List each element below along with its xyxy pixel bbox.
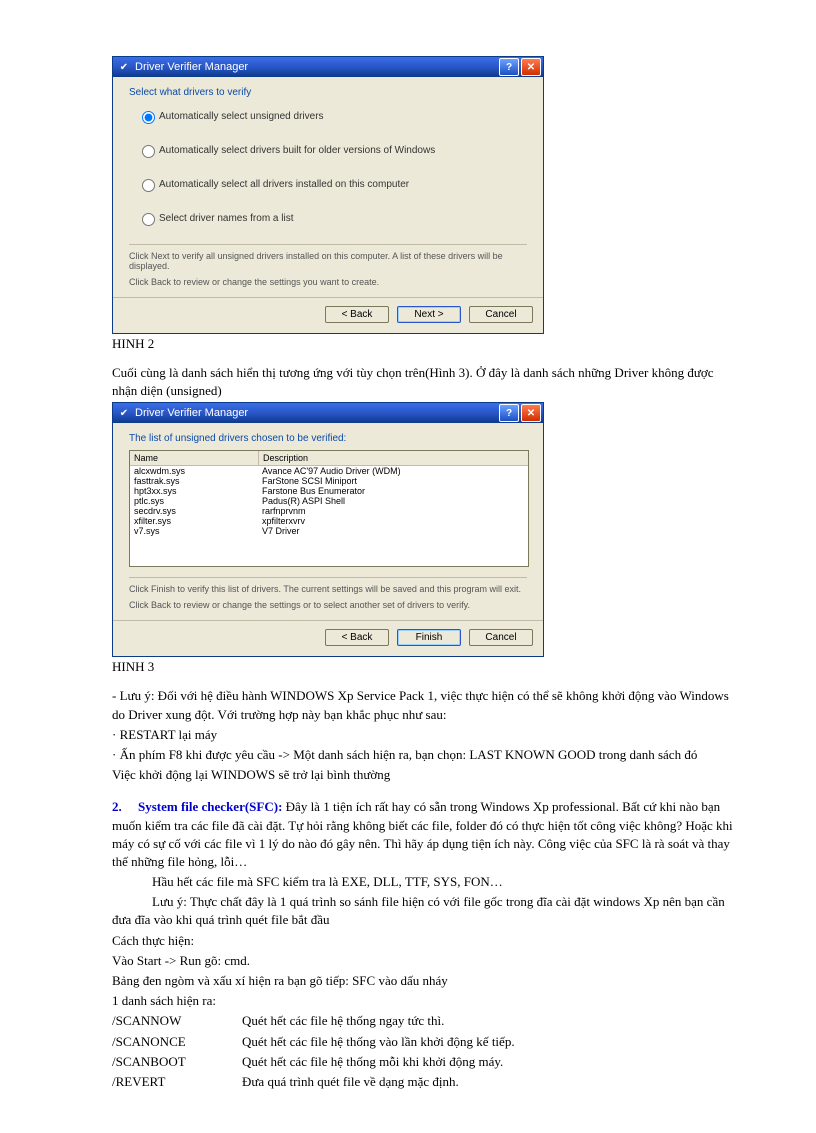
hint-next: Click Next to verify all unsigned driver… — [129, 251, 527, 271]
back-button[interactable]: < Back — [325, 629, 389, 646]
window-title: Driver Verifier Manager — [135, 407, 248, 419]
driver-name: v7.sys — [130, 526, 258, 536]
radio-option-all[interactable]: Automatically select all drivers install… — [137, 176, 527, 192]
command-row: /SCANONCEQuét hết các file hệ thống vào … — [112, 1033, 736, 1051]
bullet-restart: · RESTART lại máy — [112, 726, 736, 744]
cancel-button[interactable]: Cancel — [469, 629, 533, 646]
driver-desc: V7 Driver — [258, 526, 528, 536]
note-line: - Lưu ý: Đối với hệ điều hành WINDOWS Xp… — [112, 687, 736, 723]
radio-option-unsigned[interactable]: Automatically select unsigned drivers — [137, 108, 527, 124]
app-icon: ✔ — [117, 406, 131, 420]
cancel-button[interactable]: Cancel — [469, 306, 533, 323]
restart-normal: Việc khởi động lại WINDOWS sẽ trở lại bì… — [112, 766, 736, 784]
command-desc: Đưa quá trình quét file về dạng mặc định… — [242, 1073, 459, 1091]
driver-desc: rarfnprvnm — [258, 506, 528, 516]
help-button[interactable]: ? — [499, 58, 519, 76]
close-button[interactable]: ✕ — [521, 58, 541, 76]
driver-name: ptlc.sys — [130, 496, 258, 506]
section-number: 2. — [112, 799, 122, 814]
driver-name: secdrv.sys — [130, 506, 258, 516]
close-button[interactable]: ✕ — [521, 404, 541, 422]
window-title: Driver Verifier Manager — [135, 61, 248, 73]
driver-name: xfilter.sys — [130, 516, 258, 526]
radio-option-older[interactable]: Automatically select drivers built for o… — [137, 142, 527, 158]
hint-finish: Click Finish to verify this list of driv… — [129, 584, 527, 594]
col-name-header[interactable]: Name — [130, 451, 259, 465]
bullet-f8: · Ấn phím F8 khi được yêu cầu -> Một dan… — [112, 746, 736, 764]
sfc-note: Lưu ý: Thực chất đây là 1 quá trình so s… — [112, 893, 736, 929]
list-appears: 1 danh sách hiện ra: — [112, 992, 736, 1010]
driver-table: Name Description alcxwdm.sysAvance AC'97… — [129, 450, 529, 567]
black-window: Bảng đen ngòm và xấu xí hiện ra bạn gõ t… — [112, 972, 736, 990]
driver-name: hpt3xx.sys — [130, 486, 258, 496]
command-name: /SCANONCE — [112, 1033, 242, 1051]
col-desc-header[interactable]: Description — [259, 451, 528, 465]
section-title: System file checker(SFC): — [138, 799, 282, 814]
command-row: /REVERTĐưa quá trình quét file về dạng m… — [112, 1073, 736, 1091]
finish-button[interactable]: Finish — [397, 629, 461, 646]
next-button[interactable]: Next > — [397, 306, 461, 323]
radio-input[interactable] — [142, 179, 155, 192]
driver-name: fasttrak.sys — [130, 476, 258, 486]
driver-desc: Farstone Bus Enumerator — [258, 486, 528, 496]
command-row: /SCANBOOTQuét hết các file hệ thống mỗi … — [112, 1053, 736, 1071]
hint-back: Click Back to review or change the setti… — [129, 277, 527, 287]
figure-caption-3: HINH 3 — [112, 659, 736, 675]
command-row: /SCANNOWQuét hết các file hệ thống ngay … — [112, 1012, 736, 1030]
titlebar[interactable]: ✔ Driver Verifier Manager ? ✕ — [113, 57, 543, 77]
command-name: /SCANNOW — [112, 1012, 242, 1030]
hint-block: Click Finish to verify this list of driv… — [129, 577, 527, 610]
app-icon: ✔ — [117, 60, 131, 74]
help-button[interactable]: ? — [499, 404, 519, 422]
table-row[interactable]: v7.sysV7 Driver — [130, 526, 528, 536]
command-name: /SCANBOOT — [112, 1053, 242, 1071]
howto-label: Cách thực hiện: — [112, 932, 736, 950]
back-button[interactable]: < Back — [325, 306, 389, 323]
table-row[interactable]: alcxwdm.sysAvance AC'97 Audio Driver (WD… — [130, 466, 528, 476]
command-name: /REVERT — [112, 1073, 242, 1091]
start-run-cmd: Vào Start -> Run gõ: cmd. — [112, 952, 736, 970]
table-row[interactable]: fasttrak.sysFarStone SCSI Miniport — [130, 476, 528, 486]
command-desc: Quét hết các file hệ thống ngay tức thì. — [242, 1012, 444, 1030]
radio-input[interactable] — [142, 213, 155, 226]
hint-back: Click Back to review or change the setti… — [129, 600, 527, 610]
driver-name: alcxwdm.sys — [130, 466, 258, 476]
dialog-driver-verifier: ✔ Driver Verifier Manager ? ✕ Select wha… — [112, 56, 544, 334]
section-label: Select what drivers to verify — [129, 87, 527, 98]
radio-input[interactable] — [142, 111, 155, 124]
radio-input[interactable] — [142, 145, 155, 158]
figure-caption-2: HINH 2 — [112, 336, 736, 352]
titlebar[interactable]: ✔ Driver Verifier Manager ? ✕ — [113, 403, 543, 423]
section-sfc: 2. System file checker(SFC): Đây là 1 ti… — [112, 798, 736, 871]
sfc-files: Hầu hết các file mà SFC kiểm tra là EXE,… — [112, 873, 736, 891]
table-row[interactable]: secdrv.sysrarfnprvnm — [130, 506, 528, 516]
table-row[interactable]: ptlc.sysPadus(R) ASPI Shell — [130, 496, 528, 506]
dialog-driver-list: ✔ Driver Verifier Manager ? ✕ The list o… — [112, 402, 544, 657]
command-desc: Quét hết các file hệ thống vào lần khởi … — [242, 1033, 515, 1051]
table-row[interactable]: hpt3xx.sysFarstone Bus Enumerator — [130, 486, 528, 496]
driver-desc: xpfilterxvrv — [258, 516, 528, 526]
table-row[interactable]: xfilter.sysxpfilterxvrv — [130, 516, 528, 526]
driver-desc: Avance AC'97 Audio Driver (WDM) — [258, 466, 528, 476]
driver-desc: FarStone SCSI Miniport — [258, 476, 528, 486]
section-label: The list of unsigned drivers chosen to b… — [129, 433, 527, 444]
radio-option-list[interactable]: Select driver names from a list — [137, 210, 527, 226]
driver-desc: Padus(R) ASPI Shell — [258, 496, 528, 506]
paragraph: Cuối cùng là danh sách hiển thị tương ứn… — [112, 364, 736, 400]
command-desc: Quét hết các file hệ thống mỗi khi khởi … — [242, 1053, 503, 1071]
hint-block: Click Next to verify all unsigned driver… — [129, 244, 527, 287]
